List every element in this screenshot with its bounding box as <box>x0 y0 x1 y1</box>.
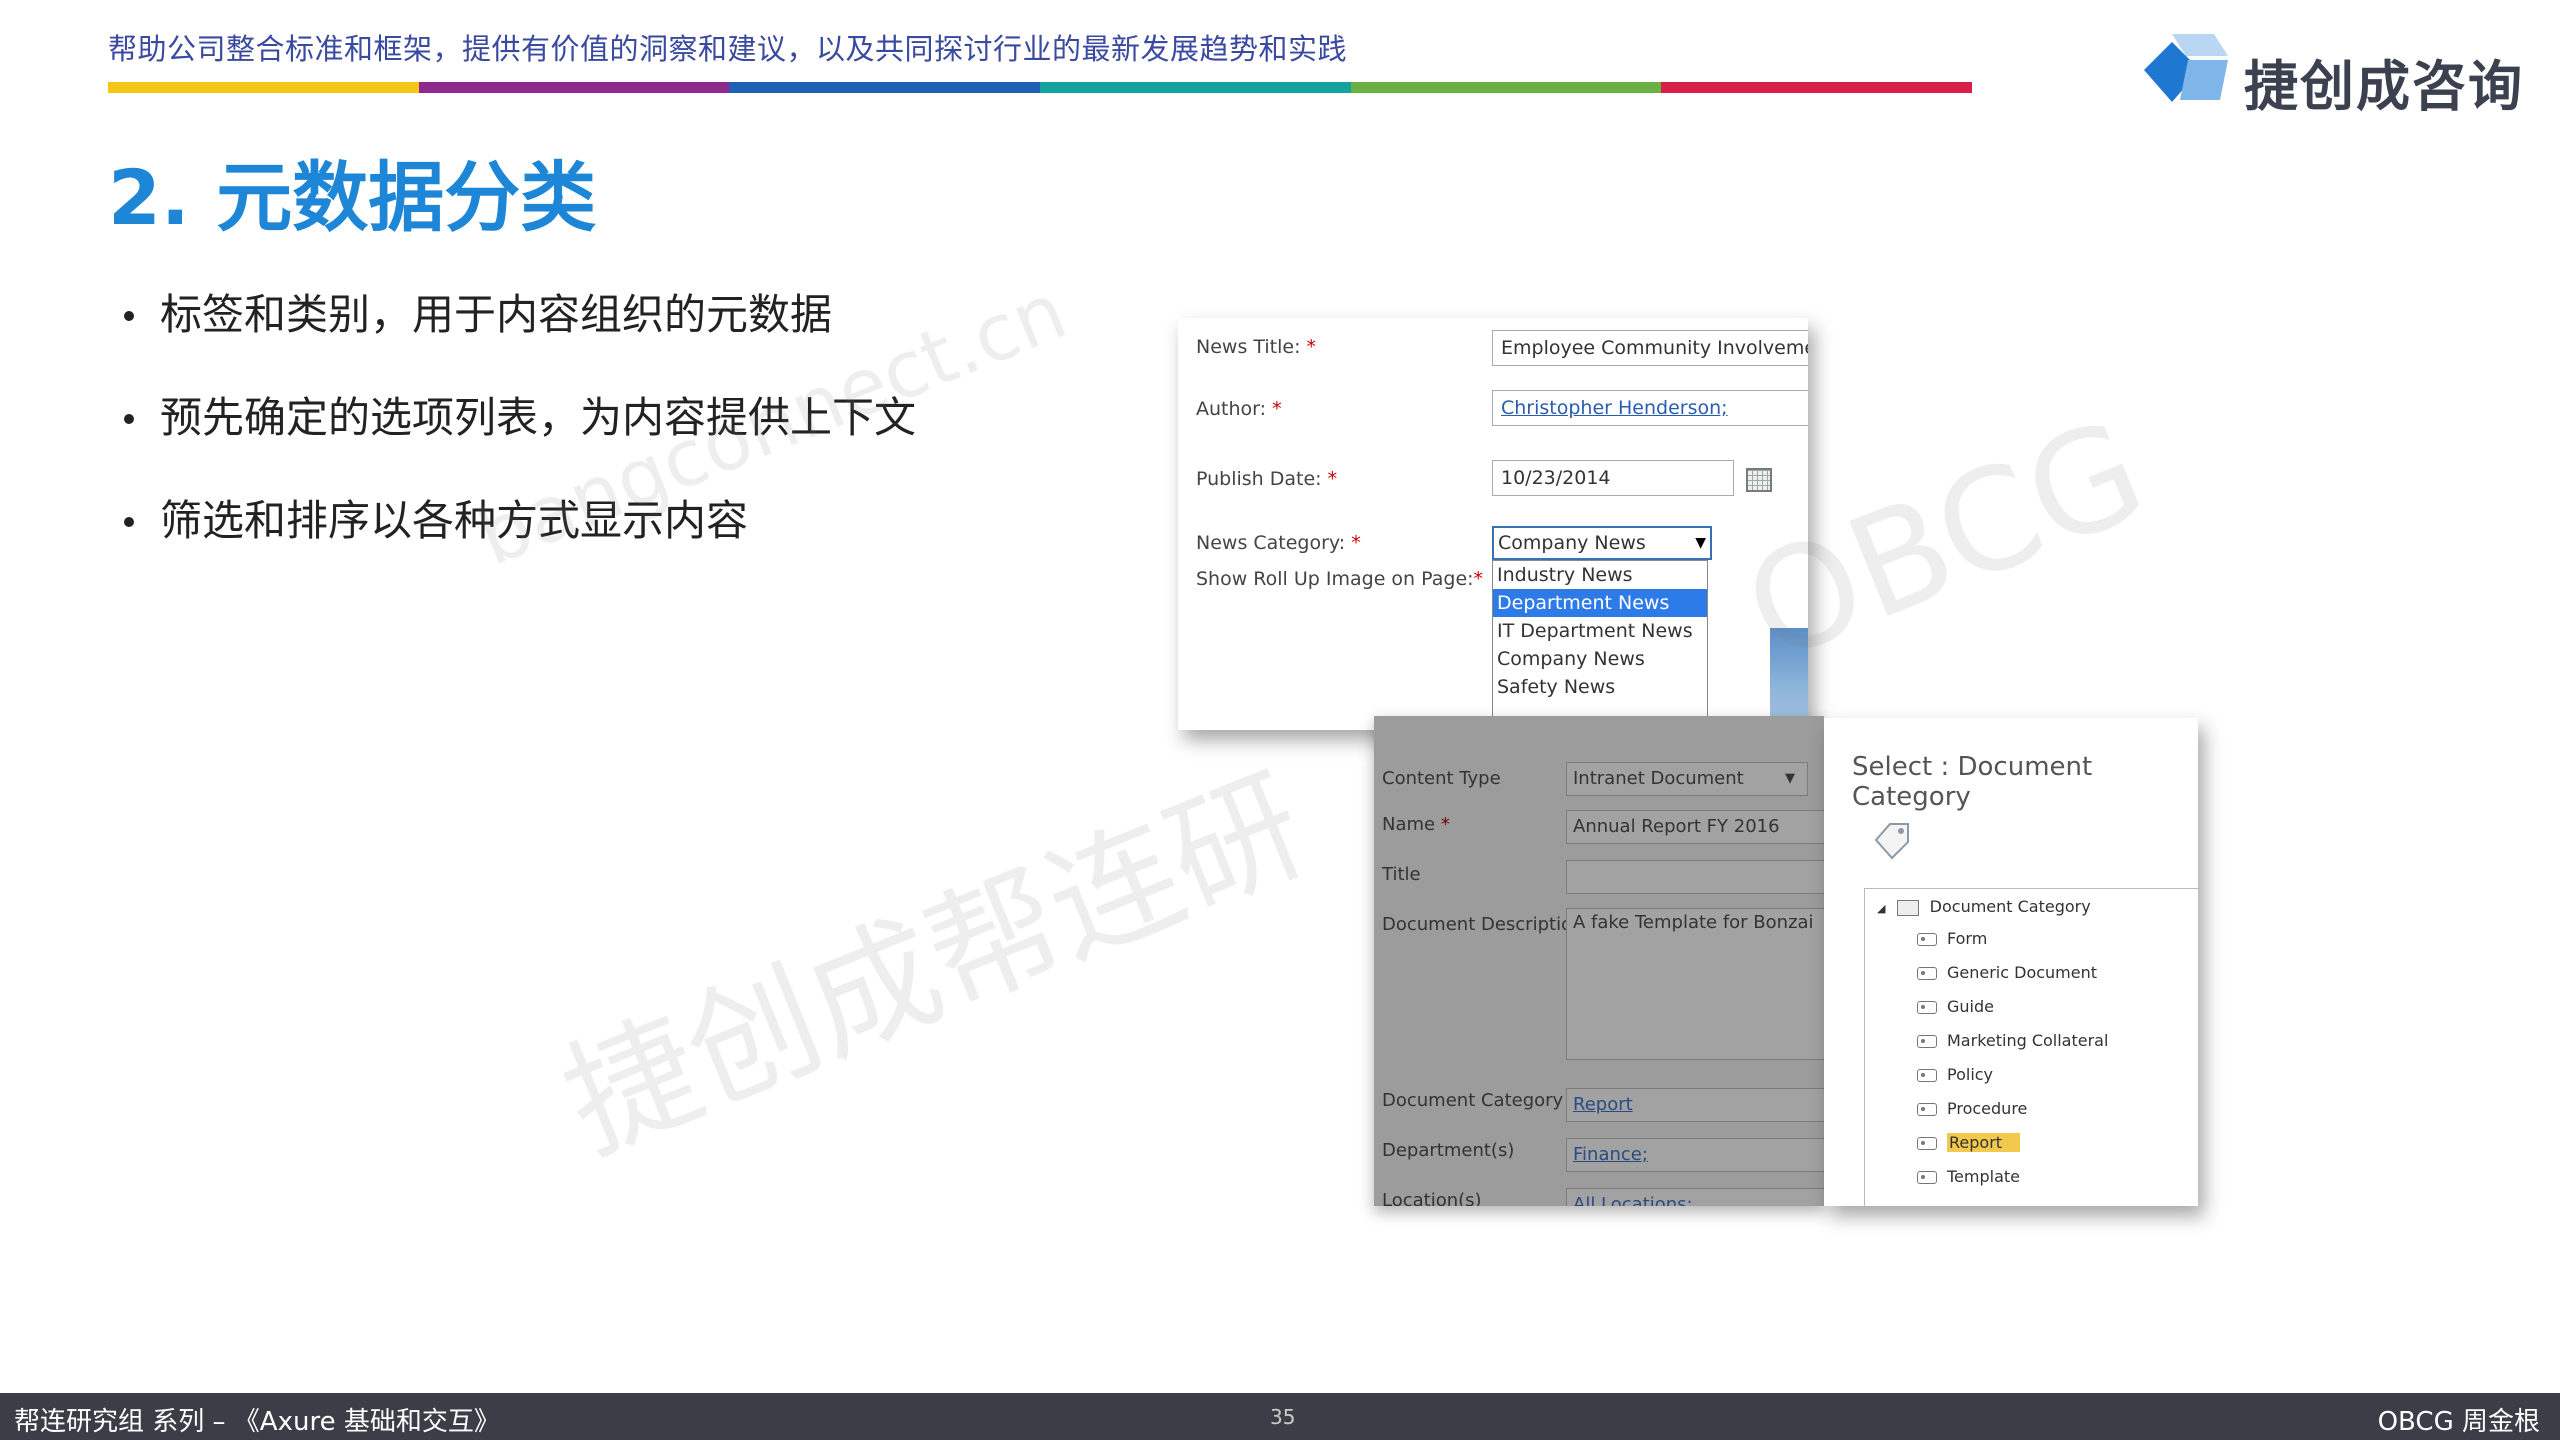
news-form-screenshot: News Title: * Employee Community Involve… <box>1178 318 1808 730</box>
tree-item-procedure[interactable]: Procedure <box>1917 1097 2027 1121</box>
category-picker-dialog: Select : Document Category ◢ Document Ca… <box>1824 718 2198 1206</box>
bullet-item: 筛选和排序以各种方式显示内容 <box>120 490 916 593</box>
chevron-down-icon: ▼ <box>1785 771 1795 786</box>
tree-root-label: Document Category <box>1929 897 2091 916</box>
document-category-input[interactable]: Report <box>1566 1088 1824 1122</box>
watermark-text: 捷创成帮连研 <box>544 747 1325 1181</box>
header-tagline: 帮助公司整合标准和框架，提供有价值的洞察和建议，以及共同探讨行业的最新发展趋势和… <box>108 32 1348 66</box>
logo-text: 捷创成咨询 <box>2244 55 2524 118</box>
dropdown-option[interactable]: IT Department News <box>1493 617 1707 645</box>
locations-label: Location(s) <box>1382 1190 1482 1206</box>
name-label: Name * <box>1382 814 1450 835</box>
content-type-label: Content Type <box>1382 768 1501 789</box>
bullet-item: 标签和类别，用于内容组织的元数据 <box>120 284 916 387</box>
tree-item-policy[interactable]: Policy <box>1917 1063 1993 1087</box>
title-label: Title <box>1382 864 1421 885</box>
color-bar-segment <box>1350 82 1662 93</box>
footer-bar: 帮连研究组 系列 – 《Axure 基础和交互》 35 OBCG 周金根 <box>0 1393 2560 1440</box>
news-category-select[interactable]: Company News ▼ <box>1492 526 1712 560</box>
color-bar-segment <box>1661 82 1973 93</box>
expand-arrow-icon[interactable]: ◢ <box>1877 902 1885 915</box>
tag-icon <box>1917 1069 1937 1082</box>
departments-label: Department(s) <box>1382 1140 1515 1161</box>
tree-item-form[interactable]: Form <box>1917 927 1987 951</box>
author-label: Author: * <box>1196 398 1282 420</box>
color-bar-segment <box>729 82 1041 93</box>
footer-author: OBCG 周金根 <box>2377 1407 2540 1437</box>
company-logo: 捷创成咨询 <box>2136 30 2536 118</box>
tag-icon <box>1874 823 1909 860</box>
page-number: 35 <box>1270 1405 1296 1429</box>
author-input[interactable]: Christopher Henderson; <box>1492 390 1808 426</box>
title-input[interactable] <box>1566 860 1824 894</box>
content-type-value: Intranet Document <box>1573 768 1744 789</box>
calendar-icon[interactable] <box>1746 468 1772 492</box>
document-category-label: Document Category <box>1382 1090 1564 1111</box>
dropdown-option-selected[interactable]: Department News <box>1493 589 1707 617</box>
description-label: Document Description <box>1382 914 1584 935</box>
chevron-down-icon: ▼ <box>1695 535 1706 551</box>
header-color-bar <box>108 82 1973 93</box>
roll-up-image-preview <box>1770 628 1808 730</box>
description-textarea[interactable]: A fake Template for Bonzai <box>1566 908 1824 1060</box>
roll-up-label: Show Roll Up Image on Page:* <box>1196 568 1484 590</box>
tag-icon <box>1917 1171 1937 1184</box>
tree-item-guide[interactable]: Guide <box>1917 995 1994 1019</box>
publish-date-label: Publish Date: * <box>1196 468 1338 490</box>
bullet-list: 标签和类别，用于内容组织的元数据 预先确定的选项列表，为内容提供上下文 筛选和排… <box>120 284 916 593</box>
publish-date-input[interactable]: 10/23/2014 <box>1492 460 1734 496</box>
tag-icon <box>1917 1103 1937 1116</box>
tree-item-marketing-collateral[interactable]: Marketing Collateral <box>1917 1029 2108 1053</box>
author-value: Christopher Henderson; <box>1501 397 1728 419</box>
dropdown-option[interactable]: Company News <box>1493 645 1707 673</box>
tree-item-generic-document[interactable]: Generic Document <box>1917 961 2097 985</box>
tree-item-template[interactable]: Template <box>1917 1165 2020 1189</box>
bullet-item: 预先确定的选项列表，为内容提供上下文 <box>120 387 916 490</box>
dropdown-option[interactable]: Industry News <box>1493 561 1707 589</box>
tag-icon <box>1917 1035 1937 1048</box>
tag-icon <box>1917 967 1937 980</box>
news-category-dropdown: Industry News Department News IT Departm… <box>1492 560 1708 730</box>
tag-icon <box>1917 1001 1937 1014</box>
color-bar-segment <box>108 82 419 93</box>
name-input[interactable]: Annual Report FY 2016 <box>1566 810 1824 844</box>
locations-value: All Locations; <box>1573 1194 1693 1206</box>
tag-icon <box>1917 1137 1937 1150</box>
news-title-input[interactable]: Employee Community Involvement <box>1492 330 1808 366</box>
locations-input[interactable]: All Locations; <box>1566 1188 1824 1206</box>
news-title-label: News Title: * <box>1196 336 1317 358</box>
category-tree: ◢ Document Category Form Generic Documen… <box>1864 888 2198 1206</box>
content-type-select[interactable]: Intranet Document ▼ <box>1566 762 1808 796</box>
news-category-selected: Company News <box>1498 532 1646 554</box>
color-bar-segment <box>1040 82 1351 93</box>
departments-value: Finance; <box>1573 1144 1648 1165</box>
document-form-screenshot: Content Type Intranet Document ▼ Name * … <box>1374 716 1824 1206</box>
news-category-label: News Category: * <box>1196 532 1361 554</box>
slide-title: 2. 元数据分类 <box>108 153 597 242</box>
color-bar-segment <box>418 82 730 93</box>
cube-logo-icon <box>2144 34 2228 102</box>
picker-title: Select : Document Category <box>1852 752 2093 812</box>
tree-root[interactable]: ◢ Document Category <box>1877 897 2091 916</box>
footer-series: 帮连研究组 系列 – 《Axure 基础和交互》 <box>14 1407 500 1437</box>
departments-input[interactable]: Finance; <box>1566 1138 1824 1172</box>
tree-item-report-selected[interactable]: Report <box>1917 1131 2021 1155</box>
folder-icon <box>1896 899 1919 916</box>
tag-icon <box>1917 933 1937 946</box>
dropdown-option[interactable]: Safety News <box>1493 673 1707 701</box>
document-category-value: Report <box>1573 1094 1633 1115</box>
